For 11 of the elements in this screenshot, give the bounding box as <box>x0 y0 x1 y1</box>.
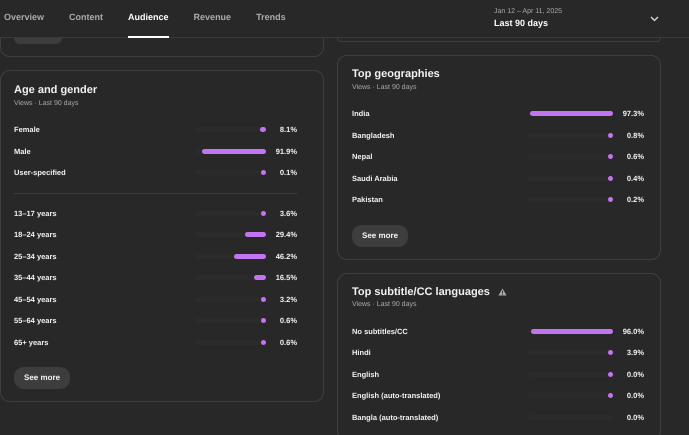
chevron-down-icon[interactable] <box>650 16 659 22</box>
date-period: Last 90 days <box>494 17 550 30</box>
see-more-button[interactable]: See more <box>14 367 70 389</box>
card-title: Age and gender <box>14 83 98 98</box>
card-title: Top geographies <box>352 67 440 82</box>
see-more-button[interactable]: See more <box>352 224 408 246</box>
tab[interactable]: Overview <box>4 0 44 38</box>
tab[interactable]: Trends <box>256 0 286 38</box>
card-title: Top subtitle/CC languages <box>352 284 490 300</box>
tab[interactable]: Content <box>69 0 104 38</box>
tab[interactable]: Revenue <box>194 0 232 38</box>
